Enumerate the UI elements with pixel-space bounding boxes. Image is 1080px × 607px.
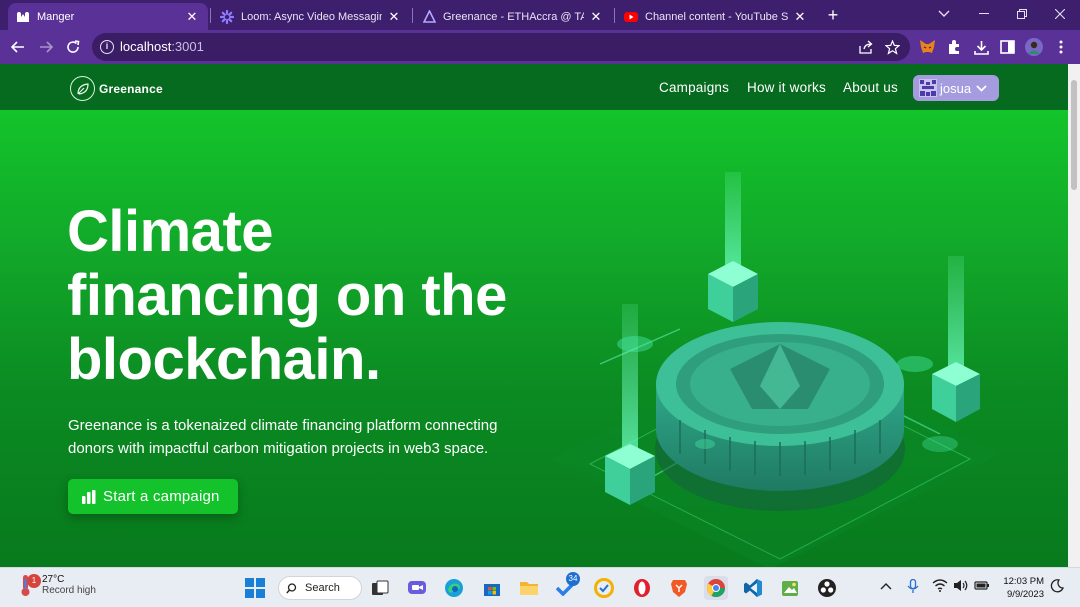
ms-store-icon[interactable]	[480, 576, 504, 600]
wifi-icon[interactable]	[932, 579, 948, 595]
notification-center-icon[interactable]	[1050, 579, 1064, 596]
vscode-icon[interactable]	[741, 576, 765, 600]
image-editor-icon[interactable]	[778, 576, 802, 600]
chrome-icon[interactable]	[704, 576, 728, 600]
site-info-icon[interactable]: i	[100, 40, 114, 54]
windows-start-icon[interactable]	[243, 576, 267, 600]
tab-divider	[412, 8, 413, 23]
brand-logo-link[interactable]: Greenance	[70, 76, 163, 101]
loom-icon	[220, 9, 234, 24]
bar-chart-icon	[82, 489, 96, 504]
teams-chat-icon[interactable]	[405, 576, 429, 600]
close-icon[interactable]: ✕	[792, 9, 808, 25]
window-close-icon[interactable]	[1040, 0, 1080, 28]
hero-title-line: blockchain.	[67, 327, 381, 392]
new-tab-button[interactable]: +	[822, 3, 844, 27]
app-icon	[16, 10, 30, 24]
metamask-icon[interactable]	[918, 38, 936, 56]
close-icon[interactable]: ✕	[588, 9, 604, 25]
browser-menu-icon[interactable]	[1052, 38, 1070, 56]
start-campaign-button[interactable]: Start a campaign	[68, 479, 238, 514]
clock-time: 12:03 PM	[1003, 576, 1044, 587]
back-button[interactable]	[6, 35, 30, 59]
weather-temp: 27°C	[42, 574, 65, 585]
tab-loom[interactable]: Loom: Async Video Messaging for ✕	[212, 3, 410, 30]
profile-avatar[interactable]	[1025, 38, 1043, 56]
tab-divider	[210, 8, 211, 23]
battery-icon[interactable]	[974, 579, 990, 595]
hero-title-line: financing on the	[67, 263, 507, 328]
volume-icon[interactable]	[953, 579, 969, 595]
tray-overflow-icon[interactable]	[880, 579, 892, 593]
reload-button[interactable]	[61, 35, 85, 59]
obs-studio-icon[interactable]	[815, 576, 839, 600]
address-bar[interactable]: i localhost:3001	[92, 33, 910, 61]
hero-title-line: Climate	[67, 199, 274, 264]
blockchain-coin-illustration	[550, 172, 1000, 567]
bookmark-star-icon[interactable]	[884, 39, 900, 55]
cta-label: Start a campaign	[103, 488, 220, 505]
youtube-icon	[624, 10, 638, 24]
tab-title: Greenance - ETHAccra @ TAIKAI	[443, 10, 584, 23]
minimize-icon[interactable]	[964, 0, 1004, 28]
download-icon[interactable]	[972, 38, 990, 56]
browser-toolbar: i localhost:3001	[0, 30, 1080, 64]
brave-icon[interactable]	[667, 576, 691, 600]
web-page: Greenance Campaigns How it works About u…	[0, 64, 1068, 567]
restore-icon[interactable]	[1002, 0, 1042, 28]
hero-subtitle: Greenance is a tokenaized climate financ…	[68, 417, 498, 457]
edge-browser-icon[interactable]	[442, 576, 466, 600]
tab-title: Channel content - YouTube Studio	[645, 10, 788, 23]
user-avatar	[919, 79, 937, 97]
todo-badge: 34	[566, 572, 580, 586]
brand-name: Greenance	[99, 81, 163, 96]
nav-about-us[interactable]: About us	[843, 80, 898, 95]
scrollbar-thumb[interactable]	[1071, 80, 1077, 190]
task-view-icon[interactable]	[368, 576, 392, 600]
norton-icon[interactable]	[592, 576, 616, 600]
weather-note: Record high	[42, 585, 96, 596]
file-explorer-icon[interactable]	[517, 576, 541, 600]
tab-search-icon[interactable]	[924, 0, 964, 28]
share-icon[interactable]	[858, 39, 874, 55]
site-header: Greenance Campaigns How it works About u…	[0, 64, 1068, 110]
opera-icon[interactable]	[630, 576, 654, 600]
user-menu-button[interactable]: josua	[913, 75, 999, 101]
close-icon[interactable]: ✕	[386, 9, 402, 25]
extensions-icon[interactable]	[945, 38, 963, 56]
hero-title: Climate financing on the blockchain.	[67, 200, 537, 392]
tab-greenance-taikai[interactable]: Greenance - ETHAccra @ TAIKAI ✕	[414, 3, 612, 30]
close-icon[interactable]: ✕	[184, 9, 200, 25]
weather-badge: 1	[27, 574, 41, 588]
search-label: Search	[305, 582, 340, 594]
browser-tab-strip: Manger ✕ Loom: Async Video Messaging for…	[0, 0, 1080, 30]
search-icon	[286, 582, 297, 593]
side-panel-icon[interactable]	[998, 38, 1016, 56]
user-name: josua	[940, 80, 972, 96]
nav-campaigns[interactable]: Campaigns	[659, 80, 729, 95]
leaf-icon	[70, 76, 95, 101]
microphone-icon[interactable]	[907, 578, 919, 597]
tab-manger[interactable]: Manger ✕	[8, 3, 208, 30]
windows-taskbar: 27°C Record high 1 Search 34 12:03 PM 9/…	[0, 567, 1080, 607]
forward-button[interactable]	[34, 35, 58, 59]
clock-date: 9/9/2023	[1007, 589, 1044, 600]
chevron-down-icon	[976, 84, 987, 92]
taikai-icon	[422, 10, 436, 24]
clock[interactable]: 12:03 PM 9/9/2023	[996, 575, 1044, 601]
taskbar-search[interactable]: Search	[278, 576, 362, 600]
nav-how-it-works[interactable]: How it works	[747, 80, 826, 95]
todo-app-icon[interactable]: 34	[554, 572, 580, 600]
weather-widget[interactable]: 27°C Record high 1	[18, 573, 96, 597]
tab-youtube-studio[interactable]: Channel content - YouTube Studio ✕	[616, 3, 816, 30]
tab-title: Manger	[37, 10, 75, 23]
page-scrollbar[interactable]	[1068, 64, 1080, 567]
tab-title: Loom: Async Video Messaging for	[241, 10, 382, 23]
tab-divider	[614, 8, 615, 23]
url-text: localhost:3001	[120, 39, 204, 54]
